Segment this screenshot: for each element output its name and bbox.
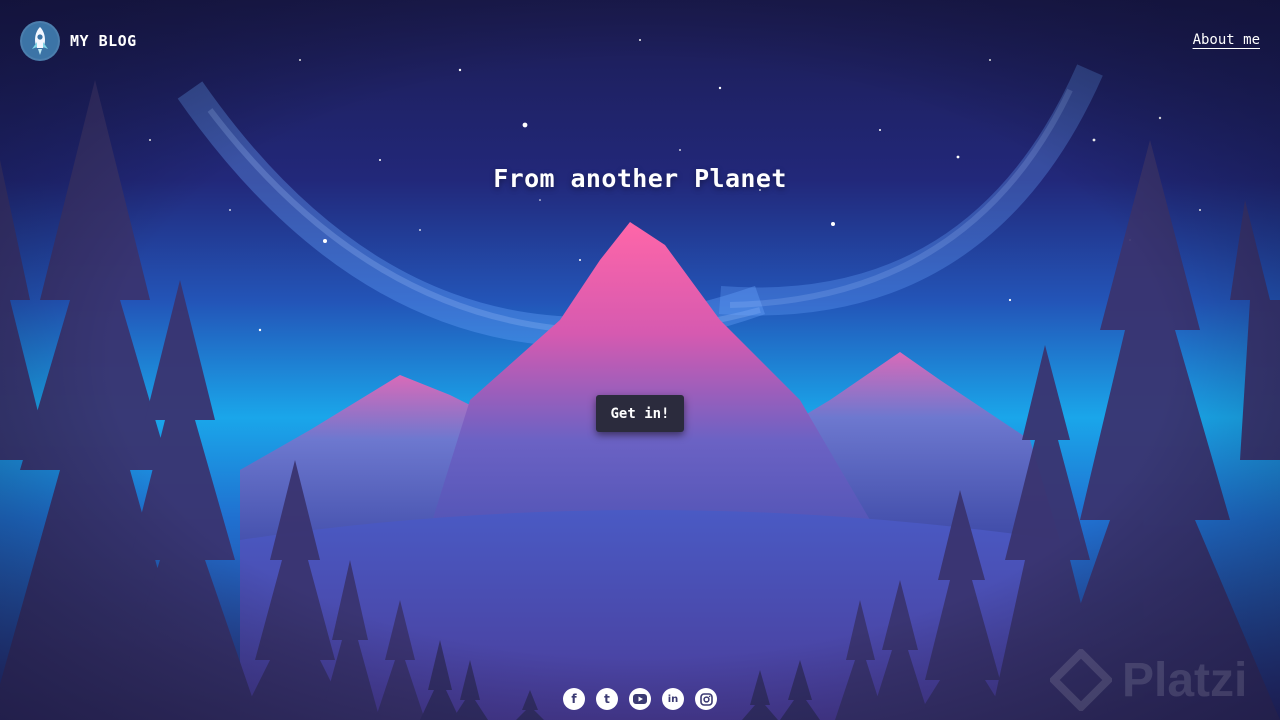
rocket-logo-icon bbox=[20, 21, 60, 61]
site-header: MY BLOG About me bbox=[20, 20, 1260, 62]
linkedin-glyph: in bbox=[667, 693, 679, 705]
youtube-icon[interactable] bbox=[629, 688, 651, 710]
brand-link[interactable]: MY BLOG bbox=[20, 21, 137, 61]
about-me-link[interactable]: About me bbox=[1193, 32, 1260, 48]
brand-name: MY BLOG bbox=[70, 32, 137, 50]
get-in-button[interactable]: Get in! bbox=[596, 395, 684, 432]
platzi-logo-icon bbox=[1050, 649, 1112, 711]
hero-title: From another Planet bbox=[493, 164, 787, 193]
platzi-watermark: Platzi bbox=[1050, 640, 1280, 720]
tumblr-icon[interactable]: t bbox=[596, 688, 618, 710]
tumblr-glyph: t bbox=[604, 692, 610, 706]
mountain-night-background bbox=[0, 0, 1280, 720]
watermark-text: Platzi bbox=[1122, 653, 1248, 707]
instagram-icon[interactable] bbox=[695, 688, 717, 710]
facebook-glyph: f bbox=[571, 692, 577, 706]
linkedin-icon[interactable]: in bbox=[662, 688, 684, 710]
facebook-icon[interactable]: f bbox=[563, 688, 585, 710]
